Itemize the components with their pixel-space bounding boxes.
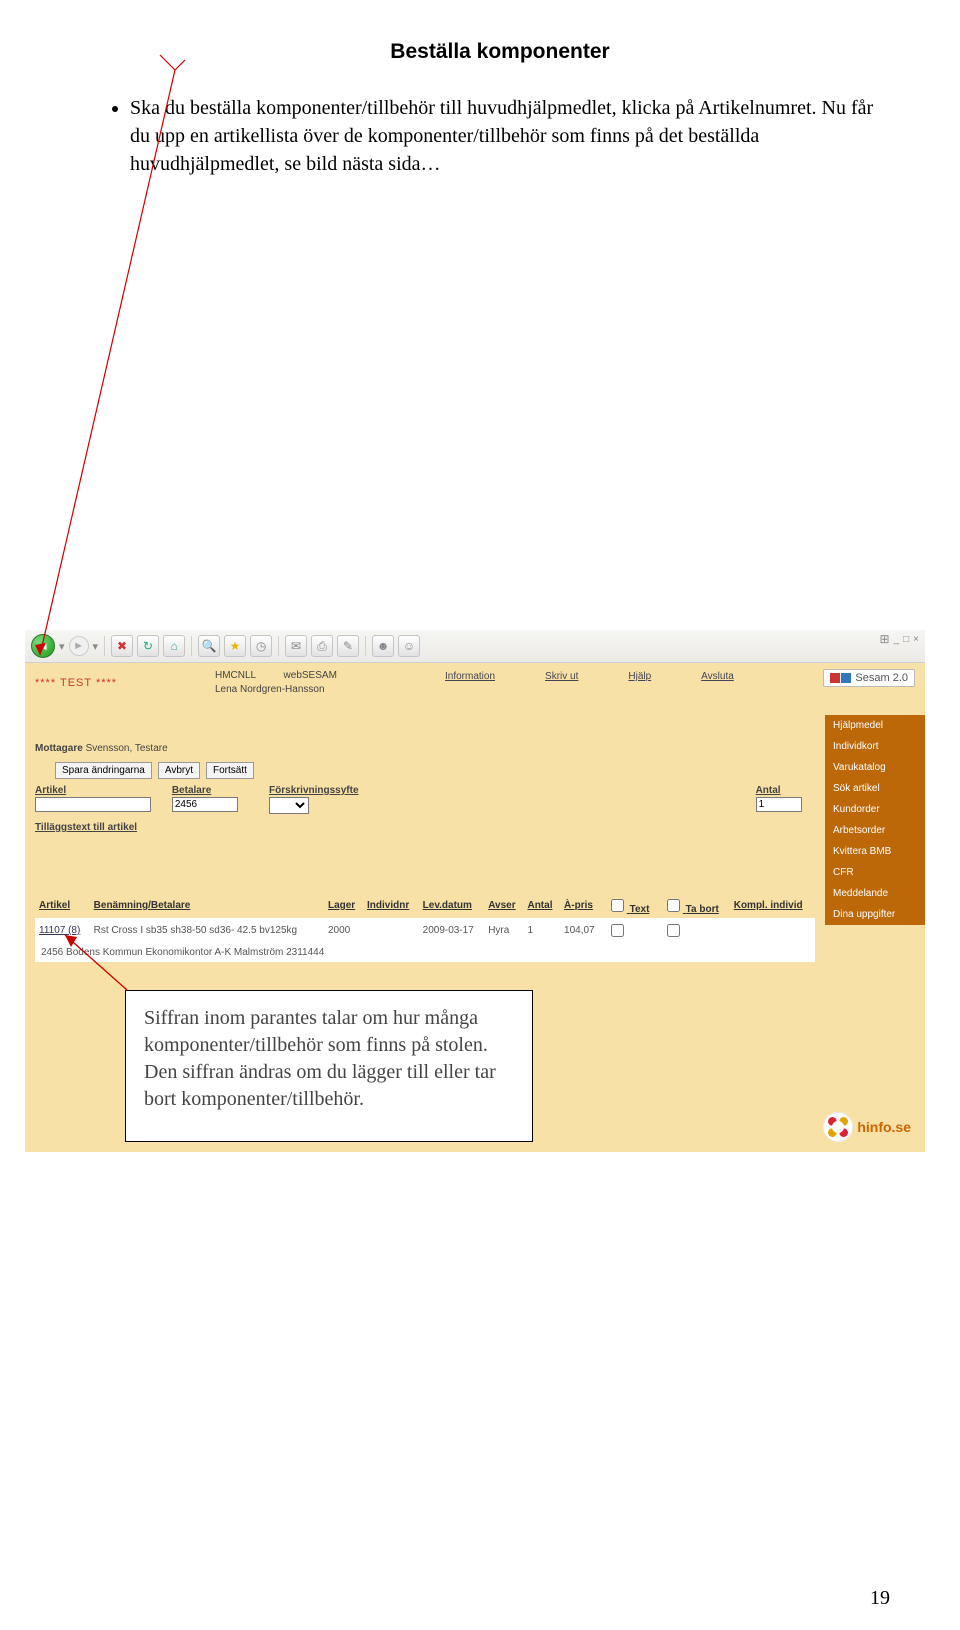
discuss-icon[interactable]: ☻ — [372, 635, 394, 657]
sidebar-item[interactable]: Arbetsorder — [825, 820, 925, 841]
th-avser[interactable]: Avser — [484, 893, 523, 918]
th-apris[interactable]: À-pris — [560, 893, 603, 918]
th-benamning[interactable]: Benämning/Betalare — [90, 893, 324, 918]
document-title: Beställa komponenter — [110, 40, 890, 64]
main-area: Mottagare Svensson, Testare Spara ändrin… — [25, 713, 925, 962]
sidebar-item[interactable]: CFR — [825, 862, 925, 883]
tillagg-link[interactable]: Tilläggstext till artikel — [35, 822, 815, 833]
sidebar-item[interactable]: Varukatalog — [825, 757, 925, 778]
sidebar-item[interactable]: Kundorder — [825, 799, 925, 820]
page-number: 19 — [870, 1587, 890, 1610]
edit-icon[interactable]: ✎ — [337, 635, 359, 657]
td-benamning: Rst Cross I sb35 sh38-50 sd36- 42.5 bv12… — [90, 918, 324, 943]
save-button[interactable]: Spara ändringarna — [55, 762, 152, 779]
row-tabort-checkbox[interactable] — [667, 924, 680, 937]
article-table: Artikel Benämning/Betalare Lager Individ… — [35, 893, 815, 943]
sidebar-item[interactable]: Dina uppgifter — [825, 904, 925, 925]
sidebar-item[interactable]: Sök artikel — [825, 778, 925, 799]
callout-box: Siffran inom parantes talar om hur många… — [125, 990, 533, 1142]
back-button[interactable]: ◄ — [31, 634, 55, 658]
tabort-header-checkbox[interactable] — [667, 899, 680, 912]
sidebar-item[interactable]: Hjälpmedel — [825, 715, 925, 736]
nav-information[interactable]: Information — [445, 671, 495, 682]
sidebar: Hjälpmedel Individkort Varukatalog Sök a… — [825, 715, 925, 925]
search-icon[interactable]: 🔍 — [198, 635, 220, 657]
row-text-checkbox[interactable] — [611, 924, 624, 937]
mail-icon[interactable]: ✉ — [285, 635, 307, 657]
test-label: **** TEST **** — [35, 677, 117, 689]
document-bullet: Ska du beställa komponenter/tillbehör ti… — [130, 94, 890, 178]
betalare-label: Betalare — [172, 785, 251, 796]
nav-hjalp[interactable]: Hjälp — [628, 671, 651, 682]
hinfo-dots-icon — [823, 1112, 853, 1142]
text-header-checkbox[interactable] — [611, 899, 624, 912]
payer-row: 2456 Bodens Kommun Ekonomikontor A-K Mal… — [35, 943, 815, 962]
th-levdatum[interactable]: Lev.datum — [419, 893, 485, 918]
favorites-icon[interactable]: ★ — [224, 635, 246, 657]
sesam-badge: Sesam 2.0 — [823, 669, 915, 687]
forskrivning-select[interactable] — [269, 797, 309, 814]
app-header: **** TEST **** HMCNLL webSESAM Lena Nord… — [25, 663, 925, 713]
th-antal[interactable]: Antal — [523, 893, 560, 918]
artikel-input[interactable] — [35, 797, 151, 812]
th-tabort[interactable]: Ta bort — [659, 893, 730, 918]
hinfo-logo: hinfo.se — [823, 1112, 911, 1142]
history-icon[interactable]: ◷ — [250, 635, 272, 657]
td-levdatum: 2009-03-17 — [419, 918, 485, 943]
cancel-button[interactable]: Avbryt — [158, 762, 200, 779]
print-icon[interactable]: ⎙ — [311, 635, 333, 657]
refresh-icon[interactable]: ↻ — [137, 635, 159, 657]
browser-toolbar: ◄ ▾ ► ▾ ✖ ↻ ⌂ 🔍 ★ ◷ ✉ ⎙ ✎ ☻ ☺ ⊞ _ □ × — [25, 630, 925, 663]
th-individnr[interactable]: Individnr — [363, 893, 419, 918]
nav-avsluta[interactable]: Avsluta — [701, 671, 734, 682]
mottagare-value: Svensson, Testare — [86, 743, 168, 754]
th-kompl[interactable]: Kompl. individ — [730, 893, 815, 918]
td-text — [603, 918, 659, 943]
td-antal: 1 — [523, 918, 560, 943]
win-flag-icon: ⊞ — [879, 632, 889, 646]
home-icon[interactable]: ⌂ — [163, 635, 185, 657]
sidebar-item[interactable]: Kvittera BMB — [825, 841, 925, 862]
th-text[interactable]: Text — [603, 893, 659, 918]
messenger-icon[interactable]: ☺ — [398, 635, 420, 657]
minimize-button[interactable]: _ — [894, 634, 900, 645]
nav-skriv-ut[interactable]: Skriv ut — [545, 671, 578, 682]
antal-input[interactable] — [756, 797, 802, 812]
mottagare-label: Mottagare — [35, 743, 83, 754]
user-label: Lena Nordgren-Hansson — [215, 684, 325, 695]
artikel-link[interactable]: 11107 (8) — [39, 925, 80, 936]
stop-icon[interactable]: ✖ — [111, 635, 133, 657]
unit-label: HMCNLL — [215, 670, 256, 681]
td-individnr — [363, 918, 419, 943]
betalare-input[interactable] — [172, 797, 238, 812]
forward-button[interactable]: ► — [69, 636, 89, 656]
app-screenshot: ◄ ▾ ► ▾ ✖ ↻ ⌂ 🔍 ★ ◷ ✉ ⎙ ✎ ☻ ☺ ⊞ _ □ × — [25, 630, 925, 1152]
forskrivning-label: Förskrivningssyfte — [269, 785, 418, 796]
system-label: webSESAM — [284, 670, 337, 681]
artikel-label: Artikel — [35, 785, 154, 796]
callout-text: Siffran inom parantes talar om hur många… — [144, 1007, 496, 1110]
close-button[interactable]: × — [913, 634, 919, 645]
th-lager[interactable]: Lager — [324, 893, 363, 918]
maximize-button[interactable]: □ — [903, 634, 909, 645]
document-list: Ska du beställa komponenter/tillbehör ti… — [110, 94, 890, 178]
sidebar-item[interactable]: Meddelande — [825, 883, 925, 904]
td-apris: 104,07 — [560, 918, 603, 943]
td-lager: 2000 — [324, 918, 363, 943]
continue-button[interactable]: Fortsätt — [206, 762, 254, 779]
antal-label: Antal — [756, 785, 815, 796]
td-avser: Hyra — [484, 918, 523, 943]
sidebar-item[interactable]: Individkort — [825, 736, 925, 757]
th-artikel[interactable]: Artikel — [35, 893, 90, 918]
td-tabort — [659, 918, 730, 943]
td-kompl — [730, 918, 815, 943]
table-row: 11107 (8) Rst Cross I sb35 sh38-50 sd36-… — [35, 918, 815, 943]
